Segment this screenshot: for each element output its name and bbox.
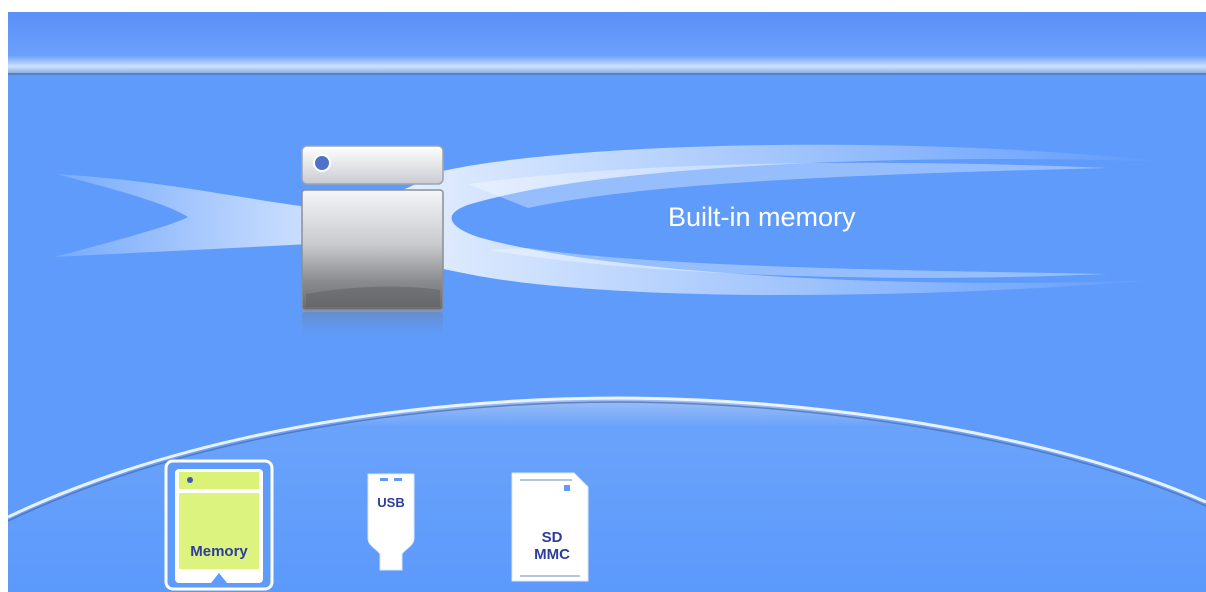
usb-drive-icon: USB [367,473,415,571]
source-usb-button[interactable]: USB [358,470,424,582]
source-memory-label: Memory [190,543,248,560]
source-memory-button[interactable]: Memory [164,459,274,592]
source-sd-label: SD [542,529,563,546]
memory-card-icon: Memory [164,459,274,591]
photo-frame-screen: Built-in memory Memory USB SD MMC [8,12,1206,592]
source-mmc-label: MMC [534,546,570,563]
source-sd-mmc-button[interactable]: SD MMC [508,469,592,585]
sd-card-icon: SD MMC [511,472,589,582]
source-usb-label: USB [377,495,404,510]
